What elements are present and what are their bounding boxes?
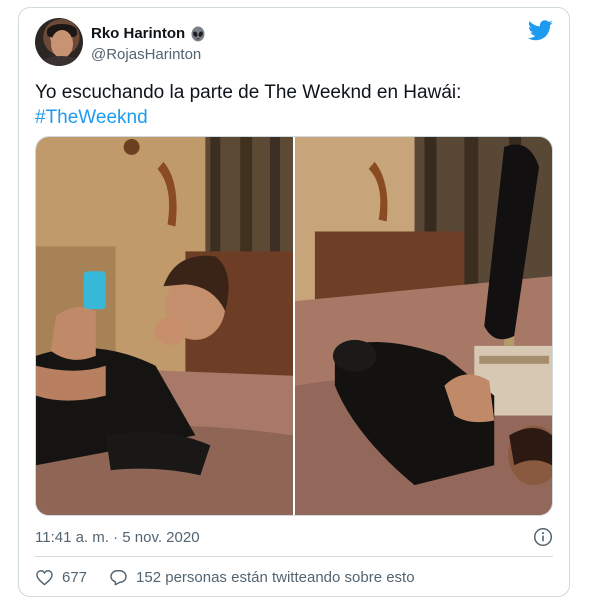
like-count: 677 (62, 569, 88, 586)
alien-icon (190, 26, 206, 42)
engagement-bar: 677 152 personas están twitteando sobre … (35, 568, 437, 587)
twitter-bird-icon[interactable] (528, 20, 553, 41)
photo-right[interactable] (295, 137, 552, 515)
tweet-timestamp[interactable]: 11:41 a. m. · 5 nov. 2020 (35, 529, 200, 546)
info-icon[interactable] (533, 527, 553, 547)
like-action[interactable]: 677 (35, 568, 87, 587)
conversation-action[interactable]: 152 personas están twitteando sobre esto (109, 568, 415, 587)
tweet-media[interactable] (35, 136, 553, 516)
speech-bubble-icon (110, 570, 127, 586)
avatar[interactable] (35, 18, 83, 66)
author-display-name[interactable]: Rko Harinton (91, 25, 185, 42)
author-handle[interactable]: @RojasHarinton (91, 46, 201, 63)
hashtag-link[interactable]: #TheWeeknd (35, 105, 461, 130)
author-name-row: Rko Harinton (91, 25, 206, 42)
tweet-text: Yo escuchando la parte de The Weeknd en … (35, 80, 461, 130)
photo-left[interactable] (36, 137, 293, 515)
conversation-text: 152 personas están twitteando sobre esto (136, 569, 415, 586)
heart-icon (36, 570, 53, 586)
tweet-card: Rko Harinton @RojasHarinton Yo escuchand… (18, 7, 570, 597)
divider (35, 556, 553, 557)
tweet-body: Yo escuchando la parte de The Weeknd en … (35, 82, 462, 103)
